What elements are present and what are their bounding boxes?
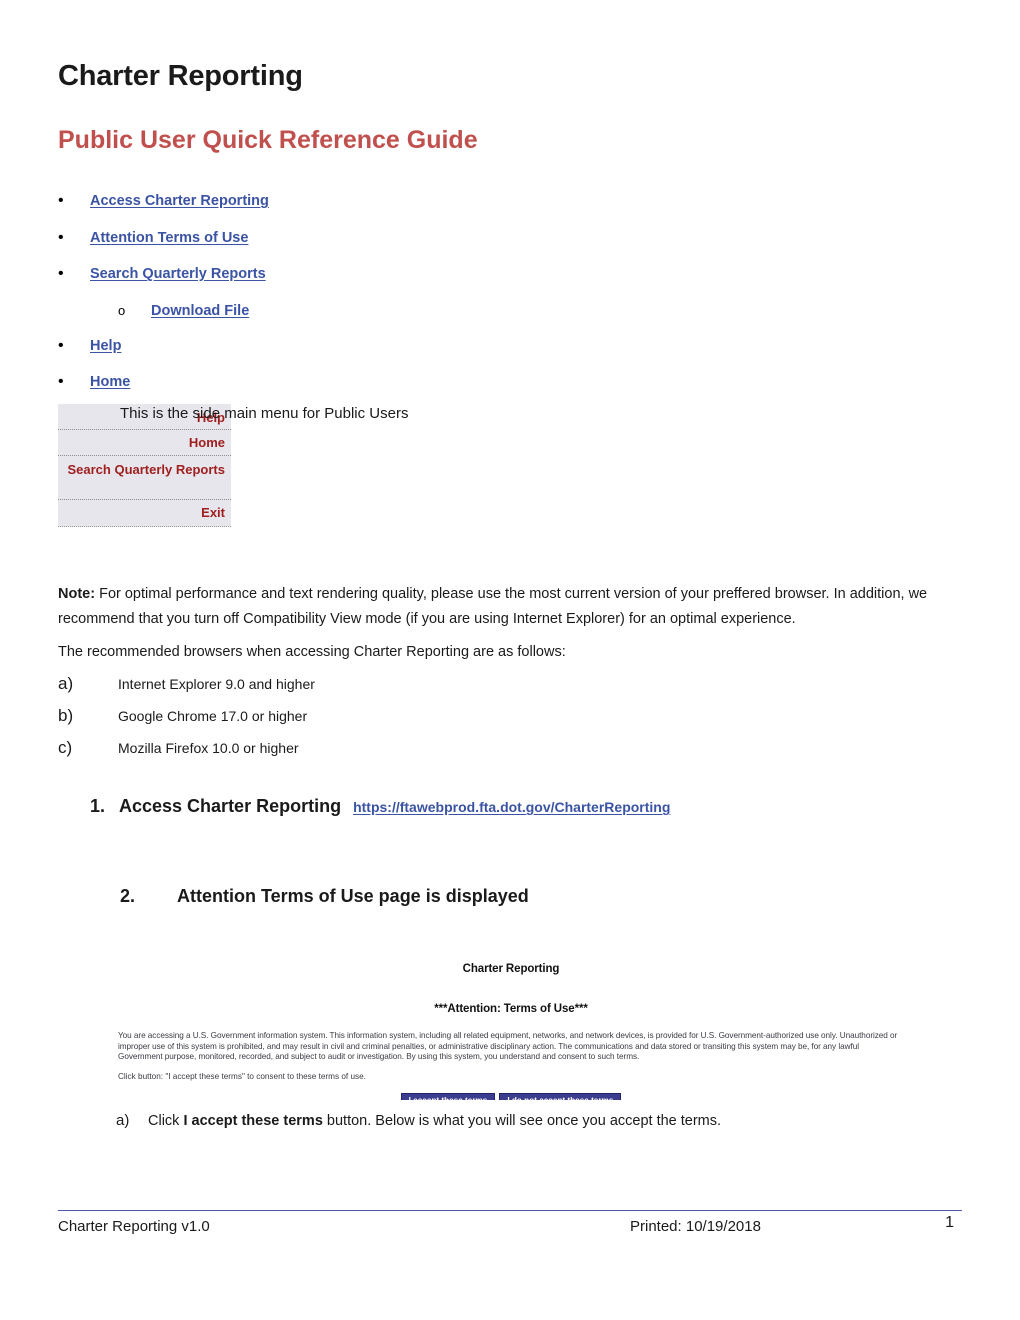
menu-item-search-quarterly-reports[interactable]: Search Quarterly Reports	[58, 456, 231, 500]
page-subtitle: Public User Quick Reference Guide	[58, 126, 478, 154]
table-of-contents: • Access Charter Reporting • Attention T…	[58, 193, 578, 411]
step-title: Access Charter Reporting	[119, 796, 342, 816]
step-number: 1.	[90, 796, 106, 816]
screenshot-click-instruction: Click button: "I accept these terms" to …	[118, 1071, 366, 1081]
toc-link-label[interactable]: Access Charter Reporting	[90, 193, 269, 209]
toc-item-help[interactable]: • Help	[58, 336, 578, 375]
toc-link-label[interactable]: Help	[90, 338, 121, 354]
list-item-label: Google Chrome 17.0 or higher	[118, 708, 308, 724]
screenshot-button-row: I accept these terms I do not accept the…	[116, 1093, 906, 1100]
list-item: c) Mozilla Firefox 10.0 or higher	[58, 738, 658, 770]
screenshot-attention-heading: ***Attention: Terms of Use***	[434, 1003, 588, 1015]
toc-link-label[interactable]: Download File	[151, 303, 249, 319]
toc-item-download-file[interactable]: o Download File	[58, 303, 578, 338]
note-text: For optimal performance and text renderi…	[58, 586, 928, 627]
step-2: 2. Attention Terms of Use page is displa…	[120, 886, 529, 907]
footer-document-name: Charter Reporting v1.0	[58, 1218, 210, 1235]
list-marker: a)	[58, 674, 74, 693]
page-footer: Charter Reporting v1.0 Printed: 10/19/20…	[58, 1214, 962, 1248]
screenshot-terms-body: You are accessing a U.S. Government info…	[118, 1031, 898, 1062]
list-marker: c)	[58, 738, 73, 757]
list-item-label: Mozilla Firefox 10.0 or higher	[118, 740, 299, 756]
list-marker: a)	[116, 1112, 130, 1129]
step-number: 2.	[120, 886, 136, 906]
toc-link-label[interactable]: Home	[90, 374, 130, 390]
menu-item-exit[interactable]: Exit	[58, 500, 231, 526]
decline-terms-button[interactable]: I do not accept these terms	[499, 1093, 622, 1100]
hollow-bullet-icon: o	[118, 302, 126, 318]
toc-item-attention-terms-of-use[interactable]: • Attention Terms of Use	[58, 228, 578, 267]
list-item: a) Internet Explorer 9.0 and higher	[58, 674, 658, 706]
side-main-menu-screenshot: Help Home Search Quarterly Reports Exit	[58, 404, 231, 527]
terms-of-use-screenshot: Charter Reporting ***Attention: Terms of…	[116, 952, 906, 1100]
toc-item-search-quarterly-reports[interactable]: • Search Quarterly Reports	[58, 266, 578, 303]
toc-link-label[interactable]: Search Quarterly Reports	[90, 266, 266, 282]
accept-terms-note: a) Click I accept these terms button. Be…	[116, 1112, 721, 1129]
charter-reporting-url-link[interactable]: https://ftawebprod.fta.dot.gov/CharterRe…	[353, 799, 670, 815]
step-1: 1. Access Charter Reporting https://ftaw…	[90, 796, 670, 817]
footer-printed-date: Printed: 10/19/2018	[630, 1218, 761, 1235]
accept-terms-button[interactable]: I accept these terms	[400, 1093, 496, 1100]
menu-item-home[interactable]: Home	[58, 430, 231, 456]
accept-terms-note-text: Click I accept these terms button. Below…	[148, 1113, 721, 1129]
bullet-icon: •	[58, 336, 64, 354]
note-label: Note:	[58, 586, 96, 602]
toc-item-access-charter-reporting[interactable]: • Access Charter Reporting	[58, 193, 578, 230]
footer-page-number: 1	[945, 1214, 954, 1231]
page-title: Charter Reporting	[58, 60, 303, 92]
note-suffix: button. Below is what you will see once …	[322, 1113, 722, 1129]
bullet-icon: •	[58, 228, 64, 246]
bullet-icon: •	[58, 192, 64, 209]
note-prefix: Click	[148, 1113, 184, 1129]
list-item-label: Internet Explorer 9.0 and higher	[118, 676, 315, 692]
list-marker: b)	[58, 706, 74, 725]
note-bold-phrase: I accept these terms	[183, 1113, 323, 1129]
screenshot-app-title: Charter Reporting	[462, 963, 560, 975]
step-title: Attention Terms of Use page is displayed	[177, 886, 529, 906]
bullet-icon: •	[58, 373, 64, 390]
document-page: Charter Reporting Public User Quick Refe…	[0, 0, 1020, 1320]
bullet-icon: •	[58, 265, 64, 282]
side-menu-annotation: This is the side main menu for Public Us…	[120, 405, 409, 422]
note-paragraph: Note: For optimal performance and text r…	[58, 582, 948, 632]
list-item: b) Google Chrome 17.0 or higher	[58, 706, 658, 738]
recommended-browsers-list: a) Internet Explorer 9.0 and higher b) G…	[58, 674, 658, 770]
toc-link-label[interactable]: Attention Terms of Use	[90, 230, 248, 246]
browsers-intro-paragraph: The recommended browsers when accessing …	[58, 644, 566, 660]
footer-divider	[58, 1210, 962, 1211]
